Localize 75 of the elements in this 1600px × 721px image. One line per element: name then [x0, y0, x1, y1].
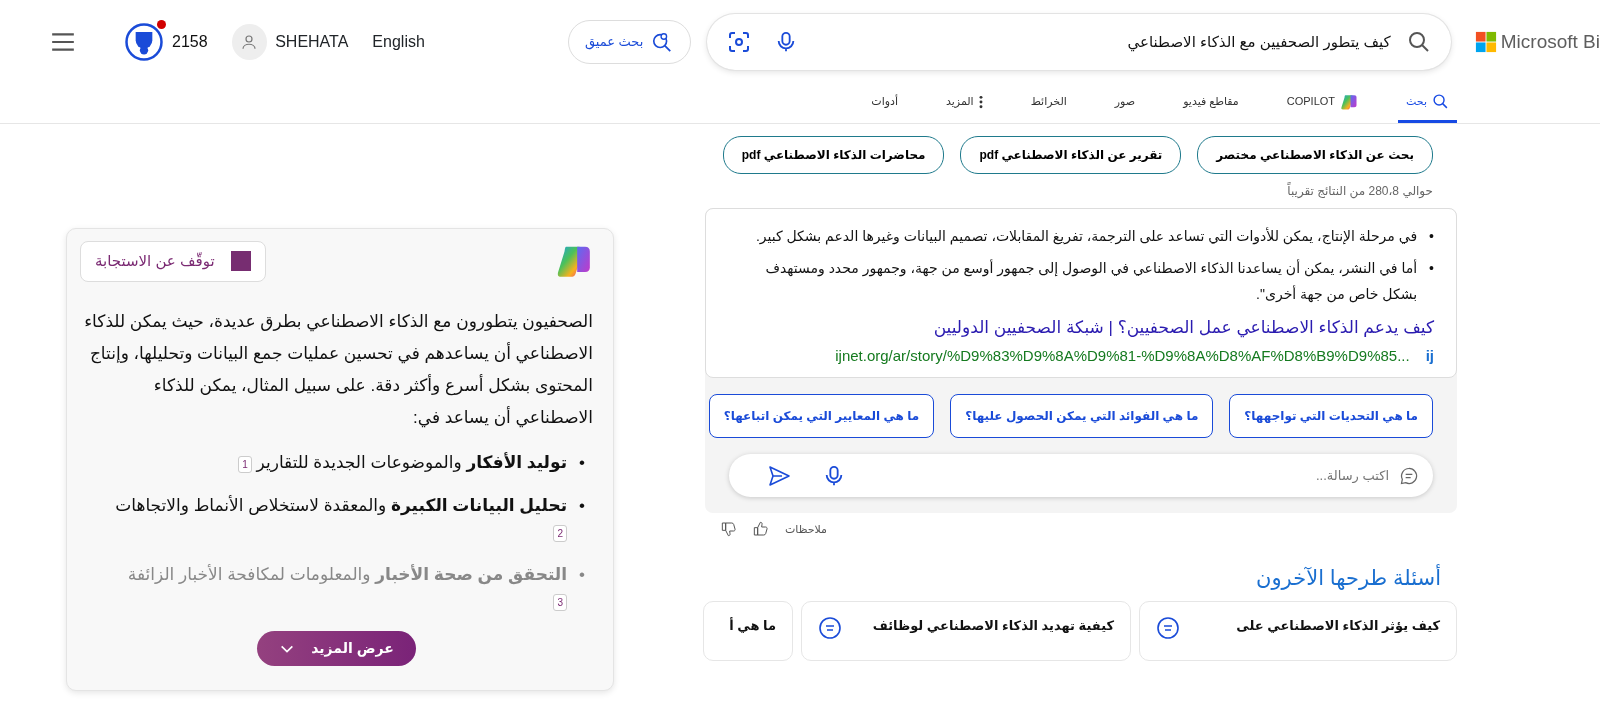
copilot-icon	[1340, 92, 1359, 111]
answer-point: تحليل البيانات الكبيرة والمعقدة لاستخلاص الأنماط والاتجاهات	[115, 496, 568, 515]
suggestion-button[interactable]: ما هي التحديات التي تواجهها؟	[1229, 394, 1433, 438]
bullet-marker: •	[579, 564, 585, 586]
answer-point: التحقق من صحة الأخبار والمعلومات لمكافحة الأخبار الزائفة	[127, 565, 568, 584]
more-dots-icon	[978, 94, 983, 109]
related-search-chip[interactable]: تقرير عن الذكاء الاصطناعي pdf	[960, 136, 1182, 174]
visual-search-button[interactable]	[726, 30, 751, 54]
question-text: كيف يؤثر الذكاء الاصطناعي على	[1236, 617, 1440, 635]
rewards-button[interactable]	[124, 22, 164, 62]
suggestion-button[interactable]: ما هي الفوائد التي يمكن الحصول عليها؟	[950, 394, 1214, 438]
bullet-marker: •	[1429, 227, 1434, 246]
question-text: كيفية تهديد الذكاء الاصطناعي لوظائف	[872, 617, 1114, 635]
camera-scan-icon	[726, 30, 751, 54]
message-input[interactable]: اكتب رسالة...	[729, 454, 1433, 497]
search-icon	[1432, 93, 1449, 110]
bullet-marker: •	[579, 451, 585, 474]
answer-bullet: في مرحلة الإنتاج، يمكن للأدوات التي تساعد على الترجمة، تفريغ المقابلات، تصميم البيانات وغيرها الدعم بشكل كبير.	[755, 226, 1418, 247]
like-button[interactable]	[753, 521, 769, 538]
dislike-button[interactable]	[721, 521, 737, 538]
citation-link[interactable]: 1	[238, 455, 252, 473]
answer-paragraph: الصحفيون يتطورون مع الذكاء الاصطناعي بطرق عديدة، حيث يمكن للذكاء الاصطناعي أن يساعدهم في تحسين عمليات جمع البيانات وتحليلها، وإنتاج المحتوى بشكل أسرع وأكثر دقة. على سبيل المثال، يمكن للذكاء الاصطناعي أن يساعد في:	[83, 310, 593, 430]
bullet-marker: •	[1429, 259, 1434, 278]
trophy-icon	[124, 22, 164, 62]
related-search-chip[interactable]: محاضرات الذكاء الاصطناعي pdf	[722, 136, 945, 174]
language-link[interactable]: English	[372, 30, 425, 54]
brand-name: Microsoft Bi	[1500, 29, 1600, 54]
thumbs-down-icon	[721, 521, 737, 538]
bullet-marker: •	[579, 495, 585, 517]
windows-logo-icon	[1474, 31, 1497, 53]
show-more-button[interactable]: عرض المزيد	[257, 631, 416, 666]
notification-dot	[157, 20, 166, 29]
search-sparkle-icon	[651, 31, 674, 53]
nav-tab[interactable]: صور	[1106, 83, 1144, 123]
search-box[interactable]: كيف يتطور الصحفيين مع الذكاء الاصطناعي	[706, 14, 1451, 70]
citation-link[interactable]: 3	[553, 593, 568, 611]
feedback-label: ملاحظات	[785, 522, 827, 537]
citation-link[interactable]: 2	[553, 524, 568, 542]
nav-tab[interactable]: المزيد	[938, 83, 991, 123]
person-icon	[240, 33, 259, 51]
chat-bubble-icon	[1156, 616, 1180, 640]
microphone-icon	[823, 464, 845, 487]
voice-input-button[interactable]	[823, 464, 845, 487]
question-card[interactable]: كيفية تهديد الذكاء الاصطناعي لوظائف	[801, 601, 1131, 661]
answer-point: توليد الأفكار والموضوعات الجديدة للتقارير	[256, 452, 568, 472]
nav-tab[interactable]: أدوات	[863, 83, 906, 123]
question-text: ما هي أ	[729, 616, 776, 635]
send-icon	[767, 463, 791, 488]
nav-tab[interactable]: COPILOT	[1278, 83, 1367, 123]
nav-tab[interactable]: بحث	[1398, 83, 1457, 123]
chat-bubble-icon	[1399, 465, 1419, 486]
question-card[interactable]: كيف يؤثر الذكاء الاصطناعي على	[1139, 601, 1457, 661]
nav-tab[interactable]: مقاطع فيديو	[1175, 83, 1247, 123]
points-count: 2158	[172, 32, 208, 52]
chat-bubble-icon	[818, 616, 842, 640]
user-name[interactable]: SHEHATA	[275, 30, 349, 54]
avatar[interactable]	[231, 24, 268, 60]
send-button[interactable]	[767, 463, 791, 488]
section-title: أسئلة طرحها الآخرون	[1255, 563, 1441, 592]
answer-bullet: أما في النشر، يمكن أن يساعدنا الذكاء الاصطناعي في الوصول إلى جمهور أوسع من جهة، وجمهور محدد ومستهدف بشكل خاص من جهة أخرى".	[764, 258, 1418, 305]
stop-square-icon	[230, 251, 251, 272]
results-count: حوالي 280،8 من النتائج تقريباً	[1286, 182, 1433, 200]
related-search-chip[interactable]: بحث عن الذكاء الاصطناعي مختصر	[1197, 136, 1433, 174]
site-initials: ij	[1425, 345, 1434, 366]
question-card[interactable]: ما هي أ	[703, 601, 793, 661]
stop-responding-button[interactable]: توقّف عن الاستجابة	[80, 241, 266, 282]
suggestion-button[interactable]: ما هي المعايير التي يمكن اتباعها؟	[708, 394, 935, 438]
result-url: ijnet.org/ar/story/%D9%83%D9%8A%D9%81-%D9%8A%D8%AF%D8%B9%D9%85...	[835, 345, 1410, 366]
thumbs-up-icon	[753, 521, 769, 538]
result-title-link[interactable]: كيف يدعم الذكاء الاصطناعي عمل الصحفيين؟ | شبكة الصحفيين الدوليين	[728, 315, 1434, 341]
message-field[interactable]: اكتب رسالة...	[853, 464, 1391, 487]
nav-tab[interactable]: الخرائط	[1022, 83, 1075, 123]
deep-search-button[interactable]: بحث عميق	[567, 20, 691, 64]
search-query[interactable]: كيف يتطور الصحفيين مع الذكاء الاصطناعي	[796, 30, 1391, 54]
search-icon	[1406, 30, 1431, 54]
